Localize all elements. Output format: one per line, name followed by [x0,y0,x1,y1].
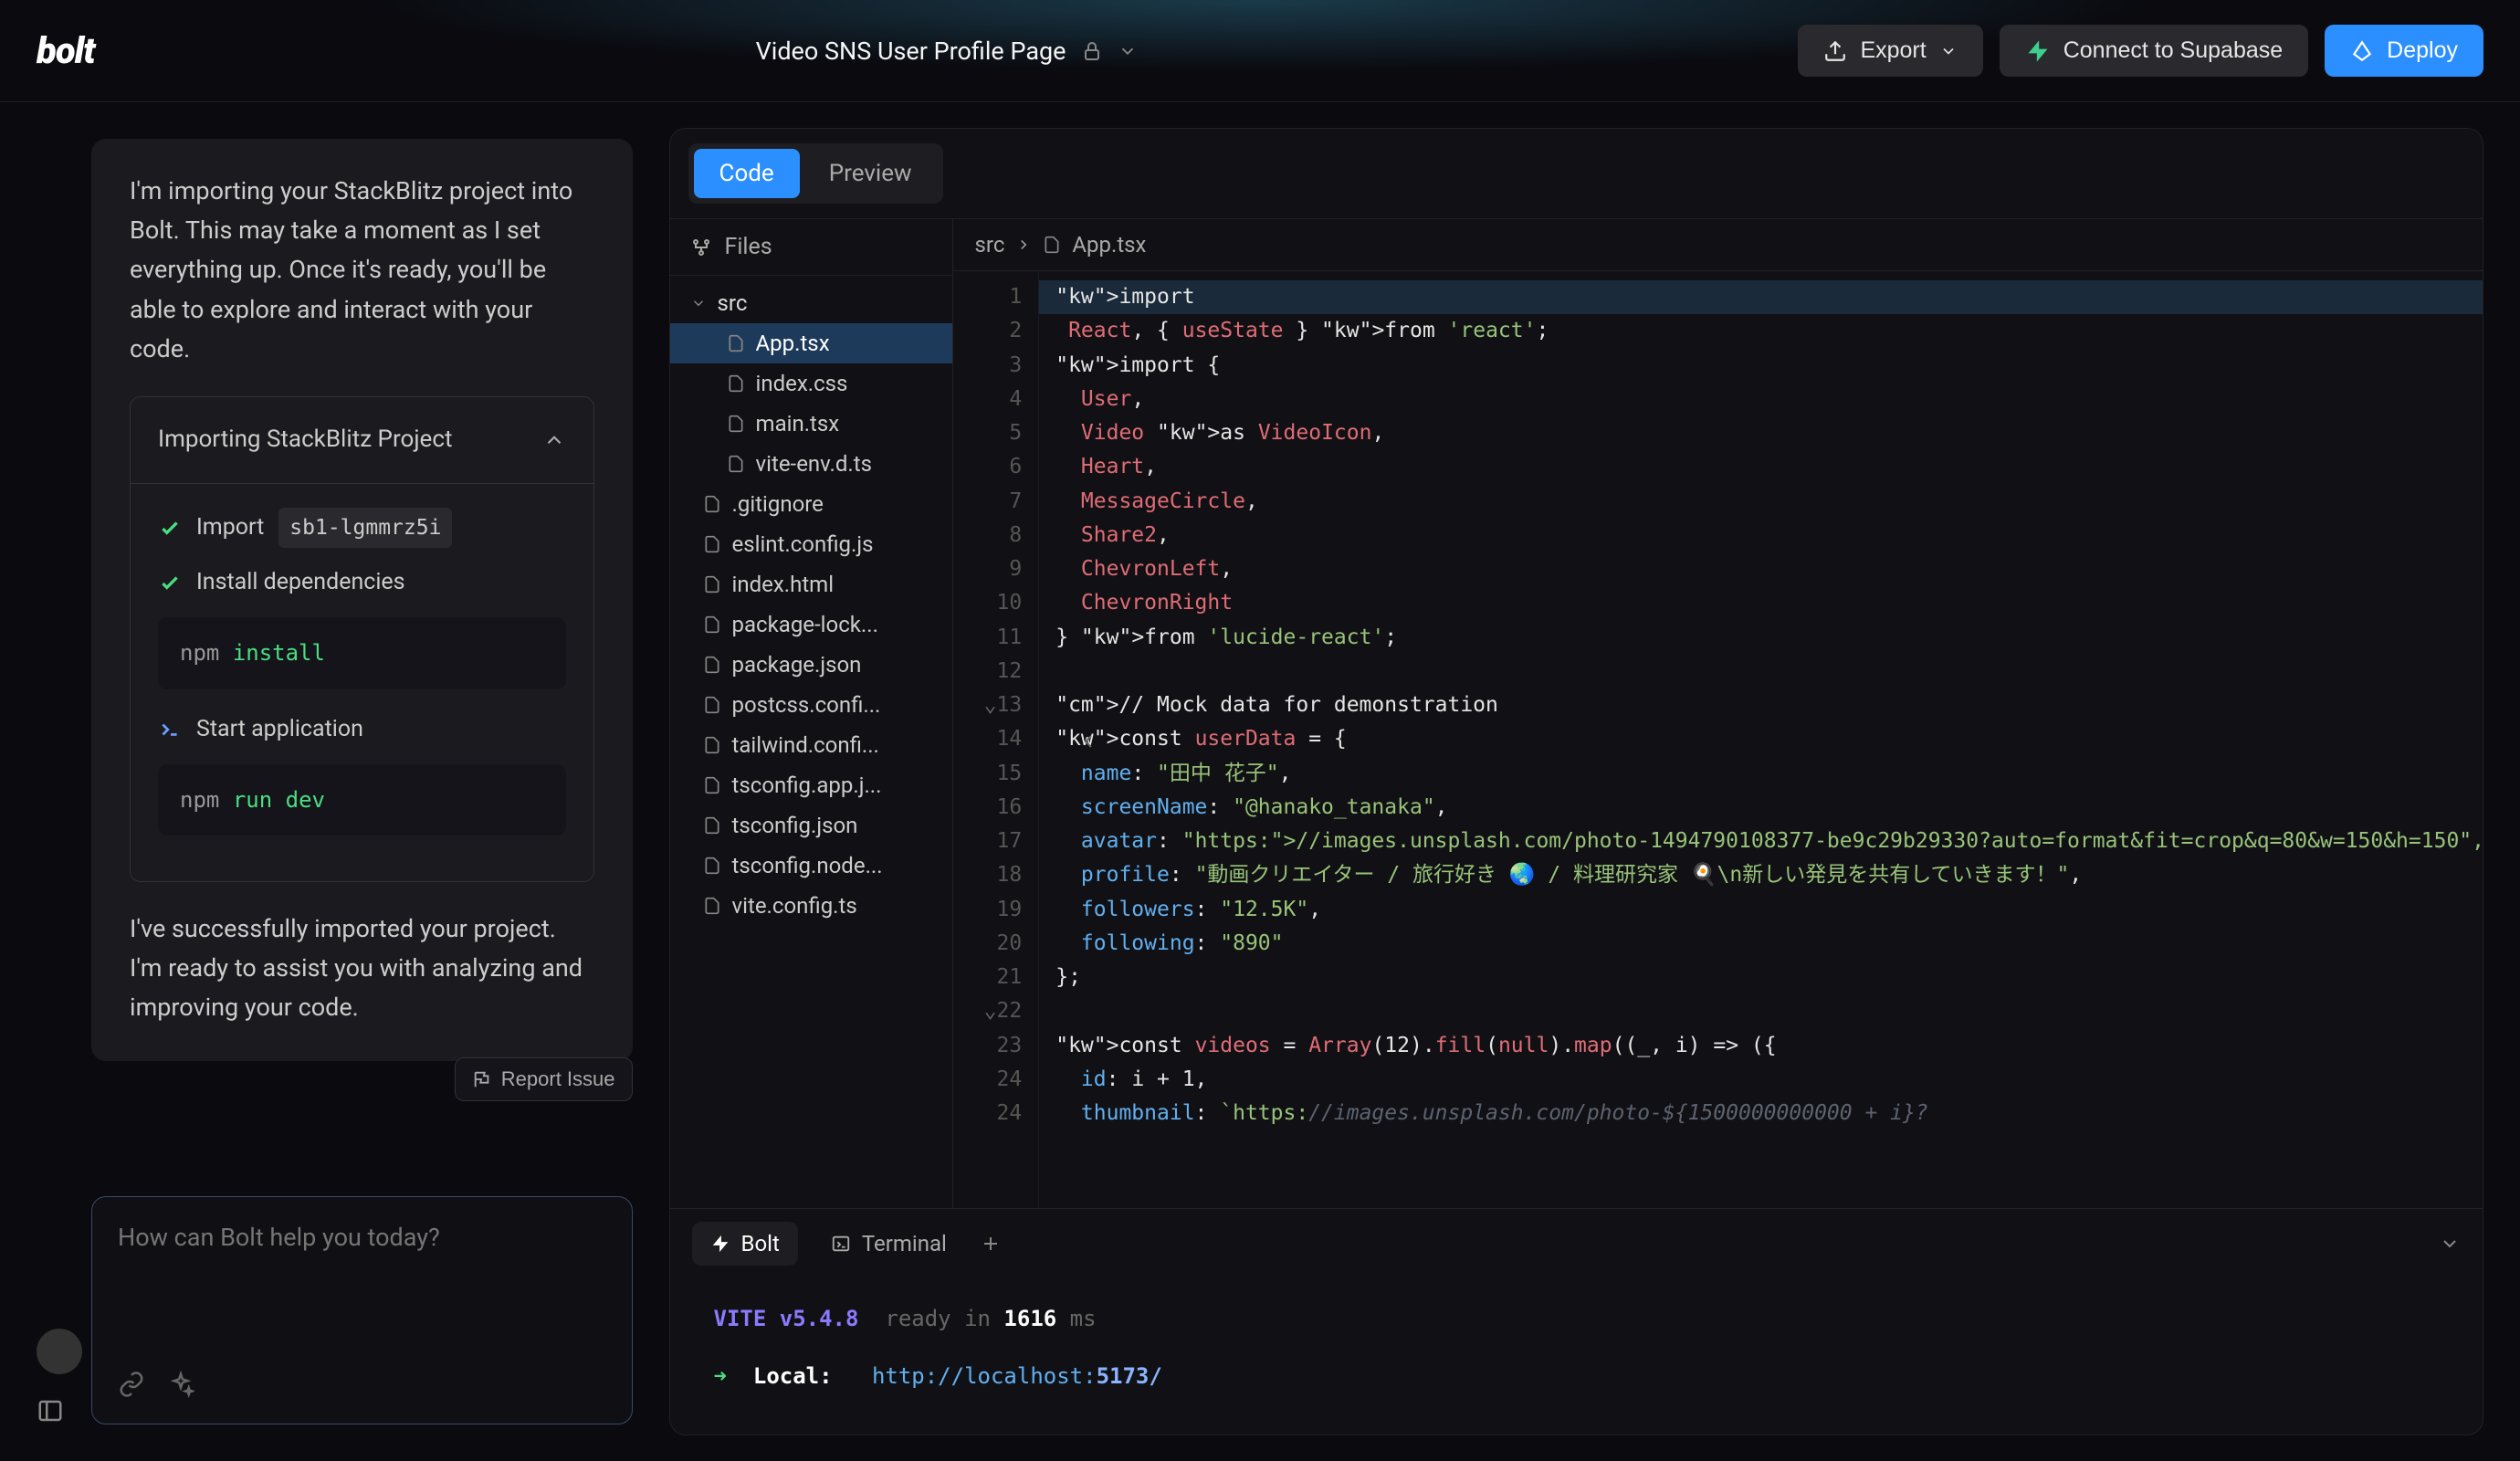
file-pkg[interactable]: package.json [670,645,952,685]
check-icon [158,571,182,594]
sidebar-toggle-icon[interactable] [37,1397,64,1424]
npm-cmd: npm [180,640,219,666]
line-gutter: 1 2 3 4 5 6 7 8 9 10 11 12⌄13 14 15 16 1… [953,271,1040,1208]
npm-run-block: npm run dev [158,764,566,836]
ready-text: ready in [885,1306,991,1331]
file-icon [1043,236,1061,254]
folder-src[interactable]: src [670,283,952,323]
file-index-html[interactable]: index.html [670,564,952,604]
file-tsconfig-node[interactable]: tsconfig.node... [670,846,952,886]
supabase-icon [2025,38,2051,64]
card-title: Importing StackBlitz Project [158,421,452,459]
run-arg: run [233,787,272,813]
connect-supabase-button[interactable]: Connect to Supabase [2000,25,2308,77]
ide-tabs: Code Preview [688,143,943,204]
file-app-tsx[interactable]: App.tsx [670,323,952,363]
chat-input-box[interactable] [91,1196,633,1424]
editor-area: src App.tsx 1 2 3 4 5 6 7 8 9 10 11 12⌄1… [953,219,2483,1208]
outro-text: I've successfully imported your project.… [130,909,594,1028]
chevron-down-icon[interactable] [2439,1233,2461,1255]
chevron-up-icon[interactable] [542,428,566,452]
tab-terminal[interactable]: Terminal [813,1222,965,1266]
sparkle-icon[interactable] [167,1371,194,1398]
dev-arg: dev [286,787,325,813]
local-label: Local: [753,1363,833,1389]
file-pkg-lock[interactable]: package-lock... [670,604,952,645]
file-postcss[interactable]: postcss.confi... [670,685,952,725]
file-index-css[interactable]: index.css [670,363,952,404]
file-main-tsx[interactable]: main.tsx [670,404,952,444]
step-start: Start application [158,711,566,748]
deploy-label: Deploy [2387,37,2458,64]
link-icon[interactable] [118,1371,145,1398]
arrow-icon: ➜ [714,1363,727,1389]
app-header: bolt Video SNS User Profile Page Export … [0,0,2520,102]
tree-icon [690,236,712,258]
terminal-icon [831,1234,851,1254]
lock-icon [1081,40,1103,62]
deploy-button[interactable]: Deploy [2325,25,2483,77]
terminal-output[interactable]: VITE v5.4.8 ready in 1616 ms ➜ Local: ht… [670,1278,2483,1435]
file-tsconfig[interactable]: tsconfig.json [670,805,952,846]
code-body[interactable]: "kw">import React, { useState } "kw">fro… [1039,271,2483,1208]
header-actions: Export Connect to Supabase Deploy [1798,25,2483,77]
ide: Code Preview Files src App.tsx index.css… [669,128,2483,1435]
tab-code[interactable]: Code [694,149,800,198]
chevron-right-icon [1015,236,1032,253]
file-tailwind[interactable]: tailwind.confi... [670,725,952,765]
header-center: Video SNS User Profile Page [95,37,1799,66]
step-import: Import sb1-lgmmrz5i [158,508,566,549]
ready-ms: 1616 [1003,1306,1056,1331]
file-gitignore[interactable]: .gitignore [670,484,952,524]
deploy-icon [2350,39,2374,63]
prompt-icon [158,718,182,741]
step-import-label: Import [196,510,264,546]
upload-icon [1823,39,1847,63]
check-icon [158,516,182,540]
npm-install-block: npm install [158,617,566,688]
file-eslint[interactable]: eslint.config.js [670,524,952,564]
import-id-tag: sb1-lgmmrz5i [278,508,452,549]
report-label: Report Issue [501,1067,615,1091]
step-deps: Install dependencies [158,564,566,601]
collapse-handle-icon[interactable] [1077,730,1099,752]
flag-icon [472,1069,492,1089]
export-label: Export [1860,37,1926,64]
logo: bolt [37,29,95,72]
terminal-tabs: Bolt Terminal [670,1208,2483,1278]
local-url[interactable]: http://localhost:5173/ [872,1363,1162,1389]
file-tree: Files src App.tsx index.css main.tsx vit… [670,219,953,1208]
chat-input[interactable] [118,1223,606,1371]
npm-cmd: npm [180,787,219,813]
tab-preview[interactable]: Preview [803,149,938,198]
crumb-file[interactable]: App.tsx [1072,232,1146,258]
import-card: Importing StackBlitz Project Import sb1-… [130,396,594,882]
project-title[interactable]: Video SNS User Profile Page [756,37,1066,66]
tab-bolt-terminal[interactable]: Bolt [692,1222,798,1266]
add-terminal-icon[interactable] [980,1233,1002,1255]
bolt-icon [710,1234,730,1254]
chevron-down-icon[interactable] [1118,41,1138,61]
chat-pane: I'm importing your StackBlitz project in… [0,102,669,1461]
assistant-message: I'm importing your StackBlitz project in… [91,139,633,1061]
step-start-label: Start application [196,711,363,748]
npm-arg: install [233,640,325,666]
vite-label: VITE v5.4.8 [714,1306,859,1331]
breadcrumb: src App.tsx [953,219,2483,271]
files-label: Files [725,234,772,260]
intro-text: I'm importing your StackBlitz project in… [130,172,594,369]
code-editor[interactable]: 1 2 3 4 5 6 7 8 9 10 11 12⌄13 14 15 16 1… [953,271,2483,1208]
supabase-label: Connect to Supabase [2063,37,2283,64]
chevron-down-icon [1939,42,1958,60]
ready-unit: ms [1070,1306,1097,1331]
file-vite-config[interactable]: vite.config.ts [670,886,952,926]
file-tsconfig-app[interactable]: tsconfig.app.j... [670,765,952,805]
export-button[interactable]: Export [1798,25,1982,77]
crumb-src[interactable]: src [975,232,1005,258]
report-issue-button[interactable]: Report Issue [455,1057,633,1101]
file-vite-env[interactable]: vite-env.d.ts [670,444,952,484]
step-deps-label: Install dependencies [196,564,405,601]
avatar[interactable] [37,1329,82,1374]
